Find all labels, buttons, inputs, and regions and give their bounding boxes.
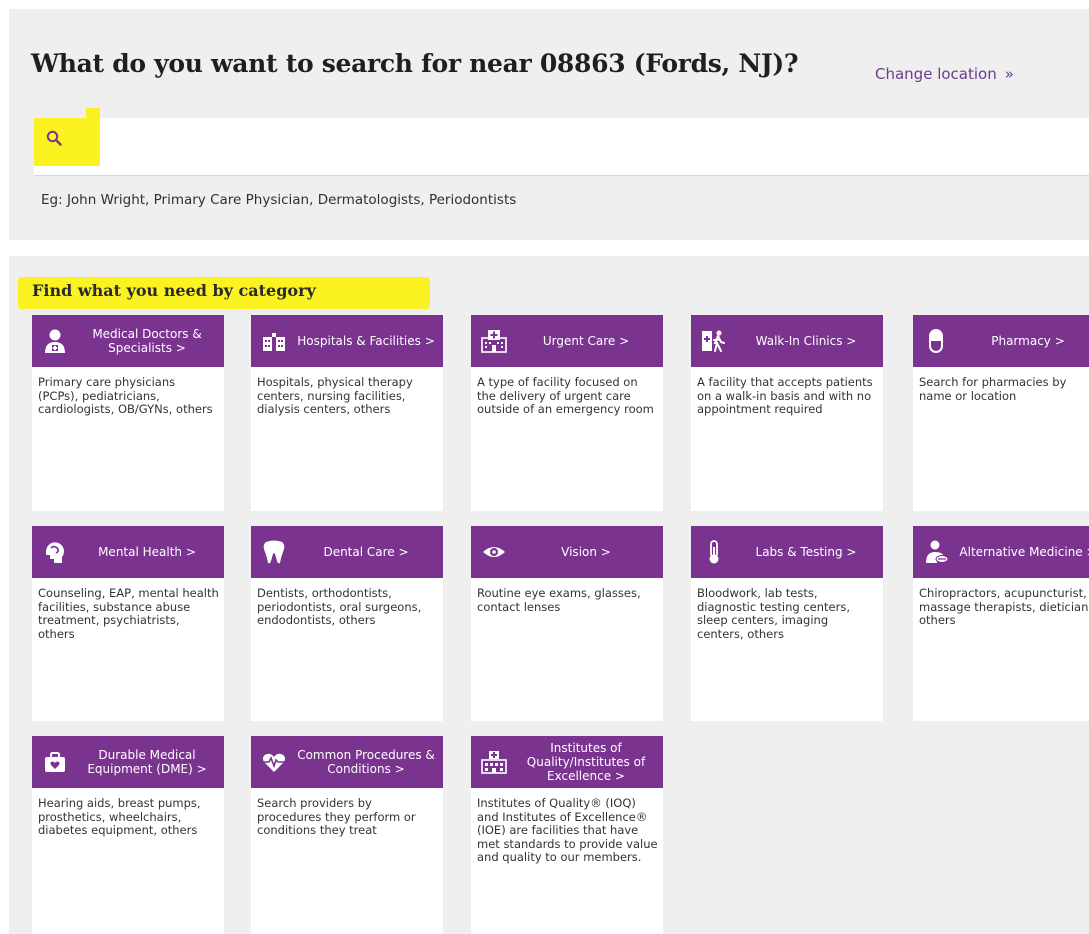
category-card-walk-in[interactable]: Walk-In Clinics > A facility that accept…	[691, 315, 883, 511]
eye-icon	[479, 537, 509, 567]
category-description: Search for pharmacies by name or locatio…	[919, 375, 1067, 403]
category-title: Labs & Testing >	[755, 545, 857, 559]
category-card-medical-doctors[interactable]: Medical Doctors & Specialists > Primary …	[32, 315, 224, 511]
head-icon	[40, 537, 70, 567]
category-description: Hearing aids, breast pumps, prosthetics,…	[38, 796, 201, 837]
category-card-header[interactable]: Hospitals & Facilities >	[251, 315, 443, 367]
category-title: Institutes of Quality/Institutes of Exce…	[526, 741, 646, 783]
category-title: Walk-In Clinics >	[755, 334, 857, 348]
category-title: Common Procedures & Conditions >	[297, 748, 435, 776]
doctor-icon	[40, 326, 70, 356]
search-highlight	[34, 108, 100, 166]
category-card-alternative-medicine[interactable]: Alternative Medicine > Chiropractors, ac…	[913, 526, 1089, 721]
heartbeat-icon	[259, 747, 289, 777]
category-card-dental-care[interactable]: Dental Care > Dentists, orthodontists, p…	[251, 526, 443, 721]
category-card-procedures-conditions[interactable]: Common Procedures & Conditions > Search …	[251, 736, 443, 934]
category-card-header[interactable]: Pharmacy >	[913, 315, 1089, 367]
search-icon[interactable]	[46, 130, 62, 146]
urgent-care-icon	[479, 326, 509, 356]
category-description: Chiropractors, acupuncturist, massage th…	[919, 586, 1089, 627]
category-card-hospitals[interactable]: Hospitals & Facilities > Hospitals, phys…	[251, 315, 443, 511]
medical-bag-icon	[40, 747, 70, 777]
category-description: Bloodwork, lab tests, diagnostic testing…	[697, 586, 851, 641]
category-title: Pharmacy >	[991, 334, 1065, 348]
institute-icon	[479, 747, 509, 777]
category-description: Search providers by procedures they perf…	[257, 796, 416, 837]
category-title: Medical Doctors & Specialists >	[92, 327, 202, 355]
category-card-vision[interactable]: Vision > Routine eye exams, glasses, con…	[471, 526, 663, 721]
category-card-header[interactable]: Common Procedures & Conditions >	[251, 736, 443, 788]
category-description: Counseling, EAP, mental health facilitie…	[38, 586, 219, 641]
change-location-link[interactable]: Change location »	[875, 65, 1014, 83]
category-card-header[interactable]: Institutes of Quality/Institutes of Exce…	[471, 736, 663, 788]
category-card-header[interactable]: Dental Care >	[251, 526, 443, 578]
category-card-mental-health[interactable]: Mental Health > Counseling, EAP, mental …	[32, 526, 224, 721]
category-card-header[interactable]: Medical Doctors & Specialists >	[32, 315, 224, 367]
category-description: A type of facility focused on the delive…	[477, 375, 654, 416]
category-description: A facility that accepts patients on a wa…	[697, 375, 873, 416]
tooth-icon	[259, 537, 289, 567]
category-card-labs-testing[interactable]: Labs & Testing > Bloodwork, lab tests, d…	[691, 526, 883, 721]
category-title: Hospitals & Facilities >	[297, 334, 435, 348]
category-card-header[interactable]: Labs & Testing >	[691, 526, 883, 578]
pill-icon	[921, 326, 951, 356]
category-card-header[interactable]: Mental Health >	[32, 526, 224, 578]
category-heading: Find what you need by category	[32, 281, 316, 300]
category-description: Primary care physicians (PCPs), pediatri…	[38, 375, 213, 416]
search-bar[interactable]	[34, 108, 1089, 176]
category-title: Mental Health >	[98, 545, 196, 559]
category-card-header[interactable]: Urgent Care >	[471, 315, 663, 367]
thermometer-icon	[699, 537, 729, 567]
category-description: Institutes of Quality® (IOQ) and Institu…	[477, 796, 658, 864]
search-hint: Eg: John Wright, Primary Care Physician,…	[41, 192, 517, 208]
category-description: Dentists, orthodontists, periodontists, …	[257, 586, 422, 627]
change-location-label: Change location	[875, 65, 997, 83]
category-card-urgent-care[interactable]: Urgent Care > A type of facility focused…	[471, 315, 663, 511]
page-title: What do you want to search for near 0886…	[31, 49, 799, 78]
category-title: Urgent Care >	[542, 334, 630, 348]
search-highlight-tab	[86, 108, 100, 120]
category-description: Routine eye exams, glasses, contact lens…	[477, 586, 641, 614]
search-input[interactable]	[104, 118, 1078, 168]
walk-in-icon	[699, 326, 729, 356]
category-title: Dental Care >	[323, 545, 409, 559]
hospital-icon	[259, 326, 289, 356]
category-card-header[interactable]: Durable Medical Equipment (DME) >	[32, 736, 224, 788]
category-title: Alternative Medicine >	[959, 545, 1089, 559]
category-description: Hospitals, physical therapy centers, nur…	[257, 375, 413, 416]
category-title: Durable Medical Equipment (DME) >	[87, 748, 207, 776]
double-chevron-right-icon: »	[1004, 65, 1014, 83]
category-card-header[interactable]: Walk-In Clinics >	[691, 315, 883, 367]
alt-medicine-icon	[921, 537, 951, 567]
category-card-header[interactable]: Alternative Medicine >	[913, 526, 1089, 578]
category-card-pharmacy[interactable]: Pharmacy > Search for pharmacies by name…	[913, 315, 1089, 511]
category-card-header[interactable]: Vision >	[471, 526, 663, 578]
category-card-dme[interactable]: Durable Medical Equipment (DME) > Hearin…	[32, 736, 224, 934]
category-card-institutes[interactable]: Institutes of Quality/Institutes of Exce…	[471, 736, 663, 934]
category-panel: Find what you need by category Medical D…	[9, 256, 1089, 934]
category-title: Vision >	[561, 545, 611, 559]
search-panel: What do you want to search for near 0886…	[9, 9, 1089, 240]
